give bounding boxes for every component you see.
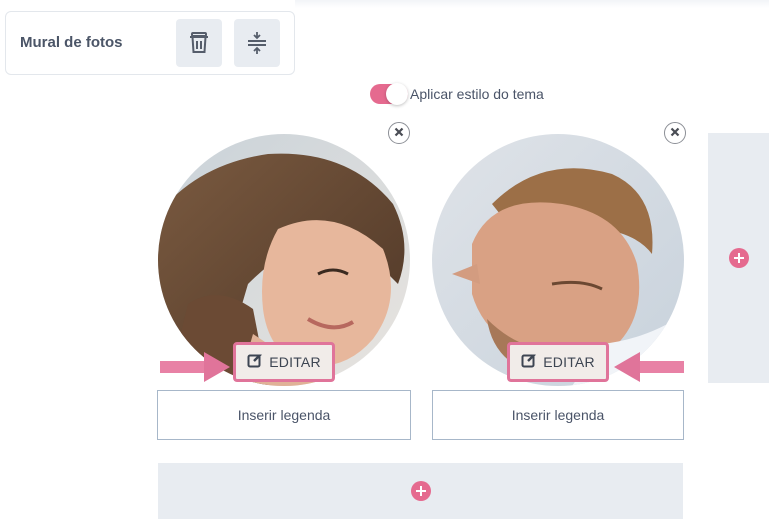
edit-icon (521, 352, 537, 373)
edit-photo-button-2[interactable]: EDITAR (507, 342, 609, 382)
plus-icon (728, 248, 749, 268)
photo-card-1: EDITAR (157, 122, 418, 442)
remove-photo-button-1[interactable] (388, 122, 410, 144)
caption-input-2[interactable] (432, 390, 684, 440)
close-icon (670, 124, 680, 142)
trash-icon (189, 32, 209, 54)
add-photo-column-button[interactable] (708, 133, 769, 383)
caption-input-1[interactable] (157, 390, 411, 440)
plus-icon (410, 481, 431, 501)
close-icon (394, 124, 404, 142)
theme-toggle[interactable] (370, 83, 408, 105)
edit-icon (247, 352, 263, 373)
widget-title: Mural de fotos (20, 34, 123, 51)
arrow-left-icon (614, 352, 684, 382)
edit-label: EDITAR (543, 354, 595, 370)
toggle-knob (386, 83, 408, 105)
edit-label: EDITAR (269, 354, 321, 370)
edit-photo-button-1[interactable]: EDITAR (233, 342, 335, 382)
photo-card-2: EDITAR (432, 122, 692, 442)
align-button[interactable] (234, 19, 280, 67)
top-shadow (295, 0, 769, 8)
remove-photo-button-2[interactable] (664, 122, 686, 144)
theme-toggle-row: Aplicar estilo do tema (370, 83, 544, 105)
theme-toggle-label: Aplicar estilo do tema (410, 86, 544, 102)
add-photo-row-button[interactable] (158, 463, 683, 519)
widget-header: Mural de fotos (5, 11, 295, 75)
align-center-icon (246, 32, 268, 54)
arrow-right-icon (160, 352, 230, 382)
delete-button[interactable] (176, 19, 222, 67)
